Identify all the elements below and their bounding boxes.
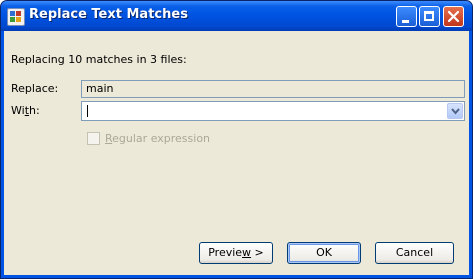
summary-text: Replacing 10 matches in 3 files: [11,53,187,66]
minimize-button[interactable] [396,6,417,27]
replace-value-field: main [81,80,465,98]
dialog-window: Replace Text Matches Replacing 10 matche… [0,0,473,279]
with-dropdown-button[interactable] [447,103,463,119]
title-bar[interactable]: Replace Text Matches [1,1,472,31]
close-button[interactable] [443,6,464,27]
minimize-icon [402,20,409,23]
app-icon [7,8,25,26]
cancel-button[interactable]: Cancel [375,242,454,264]
dialog-body: Replacing 10 matches in 3 files: Replace… [4,31,469,275]
ok-button[interactable]: OK [287,242,361,264]
maximize-button[interactable] [419,6,440,27]
text-caret [87,105,88,117]
regex-label: Regular expression [105,132,211,145]
chevron-down-icon [451,108,460,115]
with-combobox[interactable] [81,101,465,121]
maximize-icon [424,11,434,21]
window-title: Replace Text Matches [29,7,188,22]
replace-value: main [86,82,114,95]
replace-label: Replace: [11,82,59,95]
close-icon [447,10,460,23]
regex-checkbox[interactable] [87,132,100,145]
with-label: With: [11,104,40,117]
preview-button[interactable]: Preview > [199,242,273,264]
